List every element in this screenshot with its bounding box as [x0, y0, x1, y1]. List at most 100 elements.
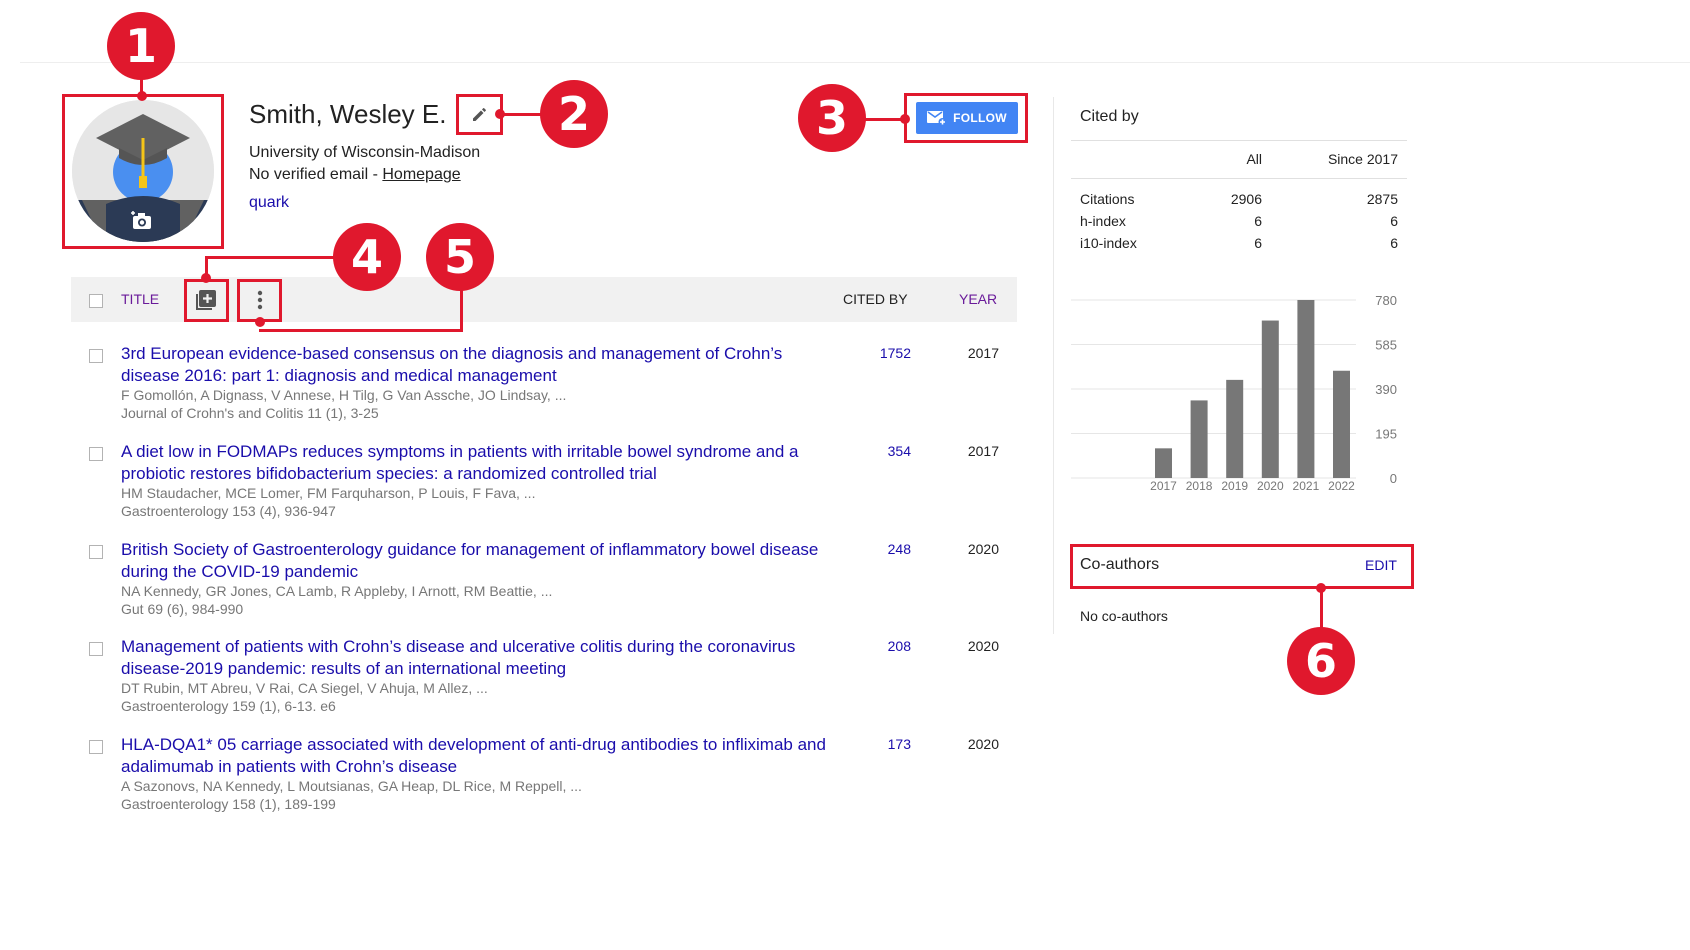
annotation-box-coauthors [1070, 544, 1414, 589]
article-title-link[interactable]: British Society of Gastroenterology guid… [121, 539, 836, 583]
chart-y-tick-label: 780 [1375, 293, 1397, 308]
annotation-connector [259, 329, 463, 332]
stats-col-since: Since 2017 [1327, 151, 1398, 167]
article-venue: Gastroenterology 159 (1), 6-13. e6 [121, 698, 336, 714]
stats-label: i10-index [1080, 235, 1137, 251]
column-cited-by: CITED BY [843, 291, 908, 307]
column-divider [1053, 97, 1054, 634]
annotation-connector [500, 113, 544, 116]
annotation-connector [1320, 588, 1323, 630]
stats-col-all: All [1246, 151, 1262, 167]
article-year: 2020 [967, 736, 999, 752]
chart-bar [1155, 448, 1172, 478]
profile-affiliation: University of Wisconsin-Madison [249, 144, 481, 161]
article-checkbox[interactable] [89, 349, 103, 363]
article-year: 2020 [967, 638, 999, 654]
article-row: HLA-DQA1* 05 carriage associated with de… [71, 734, 1017, 826]
article-checkbox[interactable] [89, 545, 103, 559]
cited-by-heading: Cited by [1080, 108, 1139, 125]
annotation-badge-6: 6 [1287, 627, 1355, 695]
annotation-dot [201, 273, 211, 283]
sort-by-year[interactable]: YEAR [959, 291, 997, 307]
stats-value-since: 2875 [1366, 191, 1398, 207]
annotation-dot [1316, 583, 1326, 593]
article-cited-by-link[interactable]: 173 [831, 736, 911, 752]
stats-value-all: 2906 [1230, 191, 1262, 207]
article-year: 2017 [967, 443, 999, 459]
annotation-badge-3: 3 [798, 84, 866, 152]
chart-x-tick-label: 2017 [1150, 479, 1177, 493]
article-venue: Gastroenterology 153 (4), 936-947 [121, 503, 336, 519]
article-authors: DT Rubin, MT Abreu, V Rai, CA Siegel, V … [121, 680, 488, 696]
stats-value-since: 6 [1390, 235, 1398, 251]
article-venue: Gut 69 (6), 984-990 [121, 601, 244, 617]
chart-y-tick-label: 390 [1375, 382, 1397, 397]
no-coauthors-text: No co-authors [1080, 608, 1168, 624]
annotation-dot [900, 114, 910, 124]
annotation-connector [205, 256, 335, 259]
article-checkbox[interactable] [89, 642, 103, 656]
annotation-badge-2: 2 [540, 80, 608, 148]
stats-label: Citations [1080, 191, 1135, 207]
citations-per-year-chart: 0 195 390 585 780 2017 2018 2019 2020 2021 2022 [1071, 293, 1397, 493]
select-all-checkbox[interactable] [89, 294, 103, 308]
annotation-box-follow [904, 93, 1028, 143]
article-cited-by-link[interactable]: 208 [831, 638, 911, 654]
article-venue: Journal of Crohn's and Colitis 11 (1), 3… [121, 405, 379, 421]
research-interest-link[interactable]: quark [249, 194, 289, 212]
stats-value-all: 6 [1254, 235, 1262, 251]
annotation-dot [137, 91, 147, 101]
chart-bar [1226, 379, 1244, 478]
annotation-badge-4: 4 [333, 223, 401, 291]
chart-y-tick-label: 585 [1375, 338, 1397, 353]
chart-y-tick-label: 0 [1390, 471, 1397, 486]
article-cited-by-link[interactable]: 354 [831, 443, 911, 459]
stats-value-all: 6 [1254, 213, 1262, 229]
header-divider [20, 62, 1690, 63]
chart-x-tick-label: 2022 [1328, 479, 1355, 493]
article-title-link[interactable]: Management of patients with Crohn’s dise… [121, 636, 836, 680]
annotation-box-avatar [62, 94, 224, 249]
article-checkbox[interactable] [89, 740, 103, 754]
article-row: 3rd European evidence-based consensus on… [71, 343, 1017, 435]
article-cited-by-link[interactable]: 248 [831, 541, 911, 557]
chart-y-tick-label: 195 [1375, 427, 1397, 442]
article-row: A diet low in FODMAPs reduces symptoms i… [71, 441, 1017, 533]
stats-value-since: 6 [1390, 213, 1398, 229]
chart-bar [1297, 300, 1315, 478]
stats-divider [1071, 178, 1407, 179]
annotation-badge-1: 1 [107, 12, 175, 80]
article-year: 2020 [967, 541, 999, 557]
chart-bar [1261, 320, 1279, 478]
article-title-link[interactable]: A diet low in FODMAPs reduces symptoms i… [121, 441, 836, 485]
article-row: British Society of Gastroenterology guid… [71, 539, 1017, 631]
sort-by-title[interactable]: TITLE [121, 291, 159, 307]
article-cited-by-link[interactable]: 1752 [831, 345, 911, 361]
annotation-box-more [237, 279, 282, 322]
chart-x-tick-label: 2021 [1293, 479, 1320, 493]
profile-name: Smith, Wesley E. [249, 99, 447, 129]
annotation-dot [255, 317, 265, 327]
chart-bar [1333, 370, 1350, 478]
stats-label: h-index [1080, 213, 1126, 229]
chart-x-tick-label: 2018 [1186, 479, 1213, 493]
article-authors: A Sazonovs, NA Kennedy, L Moutsianas, GA… [121, 778, 582, 794]
homepage-link[interactable]: Homepage [382, 166, 460, 183]
article-title-link[interactable]: 3rd European evidence-based consensus on… [121, 343, 836, 387]
chart-x-tick-label: 2020 [1257, 479, 1284, 493]
profile-email-line: No verified email - Homepage [249, 166, 461, 184]
article-authors: NA Kennedy, GR Jones, CA Lamb, R Appleby… [121, 583, 553, 599]
annotation-box-add [184, 279, 229, 322]
article-year: 2017 [967, 345, 999, 361]
article-checkbox[interactable] [89, 447, 103, 461]
article-authors: HM Staudacher, MCE Lomer, FM Farquharson… [121, 485, 536, 501]
article-title-link[interactable]: HLA-DQA1* 05 carriage associated with de… [121, 734, 836, 778]
annotation-dot [495, 109, 505, 119]
chart-bar [1190, 400, 1208, 478]
stats-divider [1071, 140, 1407, 141]
annotation-connector [460, 288, 463, 332]
annotation-badge-5: 5 [426, 223, 494, 291]
article-venue: Gastroenterology 158 (1), 189-199 [121, 796, 336, 812]
article-authors: F Gomollón, A Dignass, V Annese, H Tilg,… [121, 387, 567, 403]
email-status: No verified email - [249, 166, 383, 183]
